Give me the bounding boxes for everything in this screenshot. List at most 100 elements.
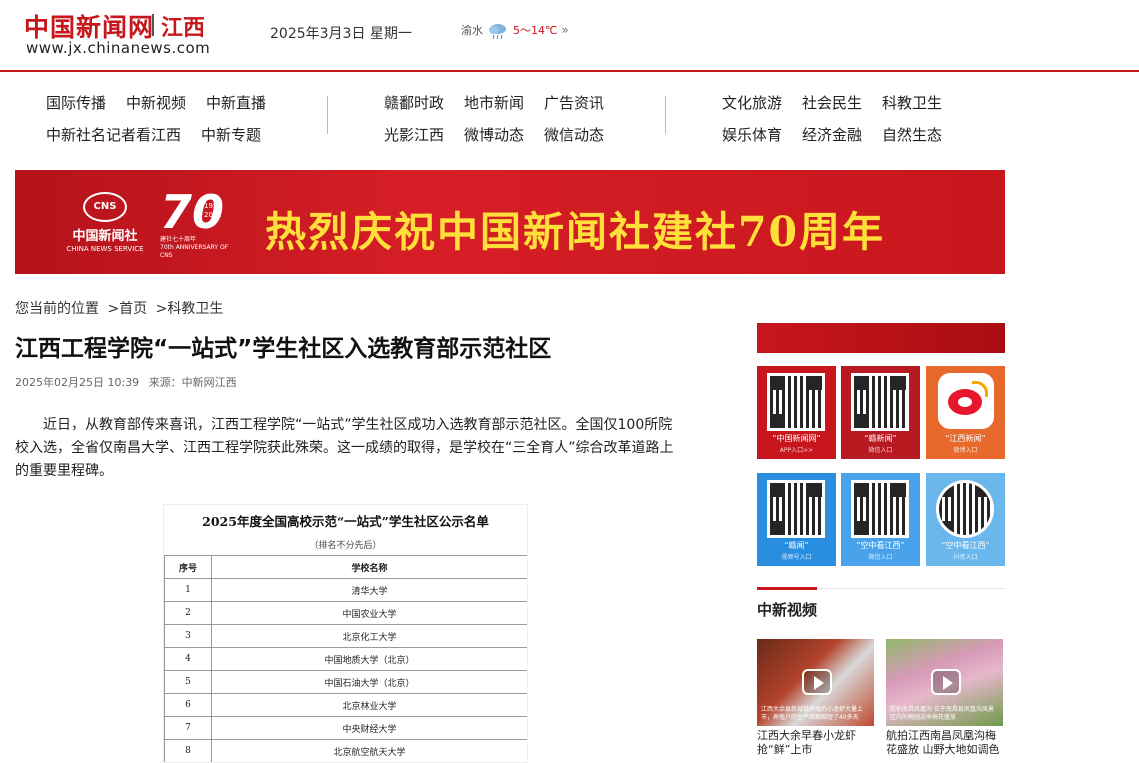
table-row: 3 北京化工大学 (164, 624, 527, 648)
nav-link[interactable]: 微信动态 (544, 124, 604, 145)
nav-link[interactable]: 光影江西 (384, 124, 444, 145)
seventy-anniversary-logo: 70 1952 2022 建社七十周年 70th ANNIVERSARY OF … (160, 185, 240, 259)
table-row: 7 中央财经大学 (164, 716, 527, 740)
document-title: 2025年度全国高校示范“一站式”学生社区公示名单 (202, 514, 489, 529)
row-school-cell: 清华大学 (211, 578, 527, 602)
qr-code-icon (851, 480, 909, 538)
video-item[interactable]: 航拍南昌凤凰沟 位于南昌县凤凰沟风景区内的梅园迎来梅花盛放 航拍江西南昌凤凰沟梅… (886, 639, 1003, 757)
qr-sub: 微信入口 (868, 554, 893, 561)
article-title: 江西工程学院“一站式”学生社区入选教育部示范社区 (15, 336, 552, 362)
table-row: 6 北京林业大学 (164, 693, 527, 717)
qr-chinanews-app[interactable]: “中国新闻网” APP入口>> (757, 366, 836, 459)
article-image-document: 2025年度全国高校示范“一站式”学生社区公示名单 （排名不分先后） 序号 学校… (163, 504, 528, 763)
breadcrumb: 您当前的位置 >首页 >科教卫生 (15, 298, 227, 318)
row-school-cell: 北京化工大学 (211, 624, 527, 648)
breadcrumb-section-link[interactable]: >科教卫生 (156, 301, 224, 317)
site-header: 中国新闻网 江西 www.jx.chinanews.com 2025年3月3日 … (0, 0, 1139, 72)
table-row: 4 中国地质大学（北京） (164, 647, 527, 671)
table-row: 8 北京航空航天大学 (164, 739, 527, 762)
seventy-number: 70 (160, 185, 225, 239)
nav-link[interactable]: 中新专题 (201, 124, 261, 145)
qr-ganwen-video[interactable]: “赣闻” 视频号入口 (757, 473, 836, 566)
qr-jiangxi-weibo[interactable]: “江西新闻” 微博入口 (926, 366, 1005, 459)
video-caption[interactable]: 江西大余早春小龙虾抢“鲜”上市 (757, 729, 874, 757)
table-row: 1 清华大学 (164, 578, 527, 602)
nav-link[interactable]: 中新社名记者看江西 (46, 124, 181, 145)
nav-group-2: 赣鄱时政 地市新闻 广告资讯 光影江西 微博动态 微信动态 (384, 86, 624, 150)
qr-code-icon (851, 373, 909, 431)
row-school-cell: 中国地质大学（北京） (211, 647, 527, 671)
site-logo[interactable]: 中国新闻网 江西 www.jx.chinanews.com (24, 8, 214, 60)
anniversary-banner[interactable]: CNS 中国新闻社 CHINA NEWS SERVICE 70 1952 202… (15, 170, 1005, 274)
qr-code-icon (936, 480, 994, 538)
qr-code-icon (767, 373, 825, 431)
video-overlay-text: 江西大余县新城镇养殖的小龙虾大量上市，养殖户的生产周期缩短了40多天 (761, 706, 864, 721)
video-caption[interactable]: 航拍江西南昌凤凰沟梅花盛放 山野大地如调色 (886, 729, 1003, 757)
qr-sub: 抖音入口 (953, 554, 978, 561)
nav-link[interactable]: 微博动态 (464, 124, 524, 145)
main-navigation: 国际传播 中新视频 中新直播 中新社名记者看江西 中新专题 赣鄱时政 地市新闻 广告资讯 … (0, 86, 1139, 146)
row-school-cell: 北京林业大学 (211, 693, 527, 717)
nav-link[interactable]: 娱乐体育 (722, 124, 782, 145)
row-school-cell: 中央财经大学 (211, 716, 527, 740)
breadcrumb-prefix: 您当前的位置 (15, 301, 99, 317)
video-overlay-text: 航拍南昌凤凰沟 位于南昌县凤凰沟风景区内的梅园迎来梅花盛放 (890, 706, 994, 721)
article-datetime: 2025年02月25日 10:39 (15, 376, 140, 389)
cns-globe-icon: CNS (83, 192, 127, 222)
anniversary-years: 1952 2022 (204, 202, 222, 219)
nav-link[interactable]: 赣鄱时政 (384, 92, 444, 113)
nav-link[interactable]: 地市新闻 (464, 92, 524, 113)
row-index-cell: 6 (164, 693, 212, 717)
nav-divider (665, 96, 666, 134)
qr-sub: 微信入口 (868, 447, 893, 454)
qr-sub: APP入口>> (779, 447, 814, 454)
nav-link[interactable]: 科教卫生 (882, 92, 942, 113)
weather-more-icon[interactable]: » (561, 23, 568, 37)
banner-slogan: 热烈庆祝中国新闻社建社70周年 (265, 208, 886, 256)
weather-widget[interactable]: 渝水 5～14℃ » (461, 22, 569, 40)
row-school-cell: 北京航空航天大学 (211, 739, 527, 762)
qr-sub: 视频号入口 (781, 554, 812, 561)
document-subtitle: （排名不分先后） (309, 541, 382, 551)
qr-label: “空中看江西” (941, 541, 990, 550)
qr-kongzhong-douyin[interactable]: “空中看江西” 抖音入口 (926, 473, 1005, 566)
video-section-heading[interactable]: 中新视频 (757, 599, 817, 620)
play-icon[interactable] (931, 669, 961, 695)
row-index-cell: 4 (164, 647, 212, 671)
breadcrumb-home-link[interactable]: >首页 (107, 301, 147, 317)
qr-label: “江西新闻” (945, 434, 986, 443)
cns-logo: CNS 中国新闻社 CHINA NEWS SERVICE (65, 192, 145, 256)
nav-group-3: 文化旅游 社会民生 科教卫生 娱乐体育 经济金融 自然生态 (722, 86, 962, 150)
document-table: 序号 学校名称 1 清华大学 2 中国农业大学 3 北京化工大学 4 中国地质大学（北京） 5 中… (164, 555, 527, 762)
qr-label: “中国新闻网” (772, 434, 821, 443)
cns-name: 中国新闻社 (72, 229, 138, 244)
current-date: 2025年3月3日 星期一 (270, 26, 412, 42)
table-row: 2 中国农业大学 (164, 601, 527, 625)
nav-link[interactable]: 中新视频 (126, 92, 186, 113)
logo-region: 江西 (161, 16, 206, 41)
cloud-rain-icon (487, 22, 509, 40)
play-icon[interactable] (802, 669, 832, 695)
nav-link[interactable]: 自然生态 (882, 124, 942, 145)
qr-ganxinwen-wechat[interactable]: “赣新闻” 微信入口 (841, 366, 920, 459)
weather-temperature: 5～14℃ (513, 24, 558, 37)
row-index-cell: 7 (164, 716, 212, 740)
nav-link[interactable]: 国际传播 (46, 92, 106, 113)
qr-sub: 微博入口 (953, 447, 978, 454)
cns-english-name: CHINA NEWS SERVICE (66, 245, 144, 253)
logo-url: www.jx.chinanews.com (26, 39, 211, 57)
nav-divider (327, 96, 328, 134)
logo-divider (152, 14, 154, 36)
nav-link[interactable]: 中新直播 (206, 92, 266, 113)
nav-link[interactable]: 文化旅游 (722, 92, 782, 113)
nav-link[interactable]: 社会民生 (802, 92, 862, 113)
article-source: 来源：中新网江西 (148, 376, 237, 389)
nav-link[interactable]: 经济金融 (802, 124, 862, 145)
row-school-cell: 中国农业大学 (211, 601, 527, 625)
nav-link[interactable]: 广告资讯 (544, 92, 604, 113)
video-thumbnail[interactable]: 航拍南昌凤凰沟 位于南昌县凤凰沟风景区内的梅园迎来梅花盛放 (886, 639, 1003, 726)
video-item[interactable]: 江西大余县新城镇养殖的小龙虾大量上市，养殖户的生产周期缩短了40多天 江西大余早… (757, 639, 874, 757)
qr-label: “赣闻” (784, 541, 809, 550)
video-thumbnail[interactable]: 江西大余县新城镇养殖的小龙虾大量上市，养殖户的生产周期缩短了40多天 (757, 639, 874, 726)
qr-kongzhong-wechat[interactable]: “空中看江西” 微信入口 (841, 473, 920, 566)
